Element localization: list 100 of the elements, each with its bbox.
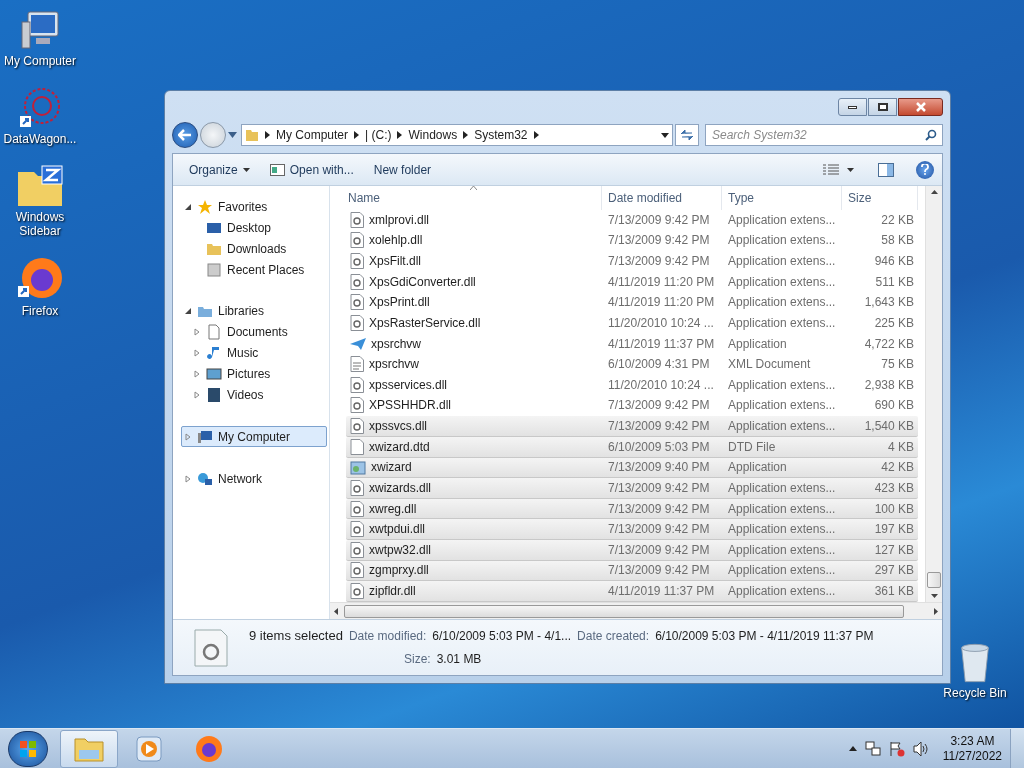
navigation-item[interactable]: Favorites [181,196,327,217]
show-hidden-icons-icon[interactable] [848,746,857,751]
breadcrumb[interactable]: Windows [408,126,458,144]
file-row[interactable]: xolehlp.dll 7/13/2009 9:42 PM Application extens... 58 KB [346,230,918,252]
search-icon[interactable] [925,129,937,141]
scroll-thumb[interactable] [344,604,904,618]
file-row[interactable]: xpsrchvw 4/11/2019 11:37 PM Application 4,722 KB [346,333,918,355]
help-button[interactable] [916,160,934,179]
expanded-arrow-icon[interactable] [184,202,192,211]
breadcrumb[interactable]: | (C:) [365,126,392,144]
collapsed-arrow-icon[interactable] [193,369,201,378]
collapsed-arrow-icon[interactable] [193,390,201,399]
desktop-icon-label[interactable]: Firefox [21,304,59,318]
file-row[interactable]: XpsFilt.dll 7/13/2009 9:42 PM Application extens... 946 KB [346,251,918,272]
collapsed-arrow-icon[interactable] [193,327,201,336]
navigation-item[interactable]: Network [181,468,327,489]
document-icon [350,356,364,373]
navigation-item[interactable]: My Computer [181,426,327,447]
type-cell-text: Application extens... [727,232,837,250]
file-row[interactable]: xwtpdui.dll 7/13/2009 9:42 PM Application extens... 197 KB [346,519,918,540]
file-row[interactable]: xwizard 7/13/2009 9:40 PM Application 42 KB [346,457,918,479]
play-icon [136,735,162,762]
file-row[interactable]: zipfldr.dll 4/11/2019 11:37 PM Application extens... 361 KB [346,581,918,602]
vertical-scrollbar[interactable] [925,186,942,602]
chevron-icon[interactable] [354,131,360,139]
toolbar-button[interactable]: New folder [365,157,440,182]
navigation-item[interactable]: Music [181,342,327,363]
desktop-icon-label[interactable]: Windows Sidebar [0,210,80,238]
expanded-arrow-icon[interactable] [184,306,192,315]
horizontal-scrollbar[interactable] [330,602,942,619]
chevron-icon[interactable] [265,131,270,139]
folder-icon [245,128,259,142]
column-header[interactable]: Type [722,186,842,210]
chevron-icon[interactable] [397,131,403,139]
question-mark-icon [921,164,929,175]
gear-file-icon [350,294,364,311]
clock[interactable]: 3:23 AM 11/27/2022 [942,733,1002,764]
window-icon [269,163,285,176]
toolbar-button[interactable]: Organize [181,157,258,182]
file-row[interactable]: XpsPrint.dll 4/11/2019 11:20 PM Application extens... 1,643 KB [346,292,918,314]
address-bar[interactable]: My Computer | (C:) Windows System32 [241,124,673,146]
refresh-button[interactable] [675,124,699,146]
desktop-icon-label[interactable]: My Computer [4,54,76,68]
navigation-item[interactable]: Pictures [181,363,327,384]
navigation-item[interactable]: Recent Places [181,259,327,280]
navigation-item[interactable]: Desktop [181,217,327,238]
maximize-button[interactable] [868,98,897,116]
size-cell-text: 297 KB [873,562,915,580]
collapsed-arrow-icon[interactable] [184,474,192,483]
breadcrumb[interactable]: System32 [474,126,528,144]
file-row[interactable]: xwreg.dll 7/13/2009 9:42 PM Application extens... 100 KB [346,498,918,520]
file-row[interactable]: xwtpw32.dll 7/13/2009 9:42 PM Application extens... 127 KB [346,540,918,561]
type-cell-text: Application extens... [727,294,837,312]
navigation-item[interactable]: Downloads [181,238,327,259]
file-row[interactable]: xpsrchvw 6/10/2009 4:31 PM XML Document 75 KB [346,354,918,375]
navigation-item[interactable]: Libraries [181,300,327,321]
file-row[interactable]: zgmprxy.dll 7/13/2009 9:42 PM Application extens... 297 KB [346,560,918,582]
date-cell-text: 7/13/2009 9:42 PM [607,479,711,497]
file-row[interactable]: xwizard.dtd 6/10/2009 5:03 PM DTD File 4 KB [346,436,918,458]
file-row[interactable]: xmlprovi.dll 7/13/2009 9:42 PM Application extens... 22 KB [346,210,918,231]
chevron-icon[interactable] [463,131,469,139]
scroll-thumb[interactable] [927,572,941,588]
scroll-left-icon[interactable] [334,607,338,615]
file-name: XpsRasterService.dll [369,314,481,332]
file-row[interactable]: XpsRasterService.dll 11/20/2010 10:24 ... Application extens... 225 KB [346,313,918,334]
scroll-down-icon[interactable] [930,594,938,598]
file-name: XPSSHHDR.dll [369,397,452,415]
collapsed-arrow-icon[interactable] [184,432,192,441]
minimize-button[interactable] [838,98,867,116]
file-name: zipfldr.dll [369,583,416,601]
chevron-icon[interactable] [533,131,539,139]
file-row[interactable]: XPSSHHDR.dll 7/13/2009 9:42 PM Application extens... 690 KB [346,395,918,417]
column-header[interactable]: Size [842,186,918,210]
file-row[interactable]: xpsservices.dll 11/20/2010 10:24 ... Application extens... 2,938 KB [346,375,918,396]
gear-file-icon [350,232,364,249]
breadcrumb[interactable]: My Computer [276,126,349,144]
column-header[interactable]: Name [346,186,602,210]
close-button[interactable] [898,98,943,116]
file-name: zgmprxy.dll [369,562,429,580]
toolbar-button[interactable]: Open with... [261,157,362,182]
desktop-icon-label[interactable]: DataWagon... [3,132,77,146]
file-row[interactable]: XpsGdiConverter.dll 4/11/2019 11:20 PM Application extens... 511 KB [346,271,918,293]
collapsed-arrow-icon[interactable] [193,348,201,357]
column-header[interactable]: Date modified [602,186,722,210]
refresh-icon [680,129,694,141]
file-row[interactable]: xpssvcs.dll 7/13/2009 9:42 PM Application extens... 1,540 KB [346,416,918,437]
dropdown-arrow-icon[interactable] [661,132,669,138]
navigation-item[interactable]: Videos [181,384,327,405]
network-icon[interactable] [864,740,881,757]
search-field[interactable]: Search System32 [705,124,943,146]
type-cell-text: Application extens... [727,418,837,436]
navigation-item[interactable]: Documents [181,321,327,342]
speaker-icon[interactable] [912,740,929,757]
flag-icon[interactable] [888,740,905,757]
start-button[interactable] [8,730,48,767]
scroll-up-icon[interactable] [930,190,938,194]
back-button[interactable] [172,122,198,148]
file-row[interactable]: xwizards.dll 7/13/2009 9:42 PM Application extens... 423 KB [346,478,918,499]
scroll-right-icon[interactable] [934,607,938,615]
desktop-icon-label[interactable]: Recycle Bin [943,684,1007,702]
